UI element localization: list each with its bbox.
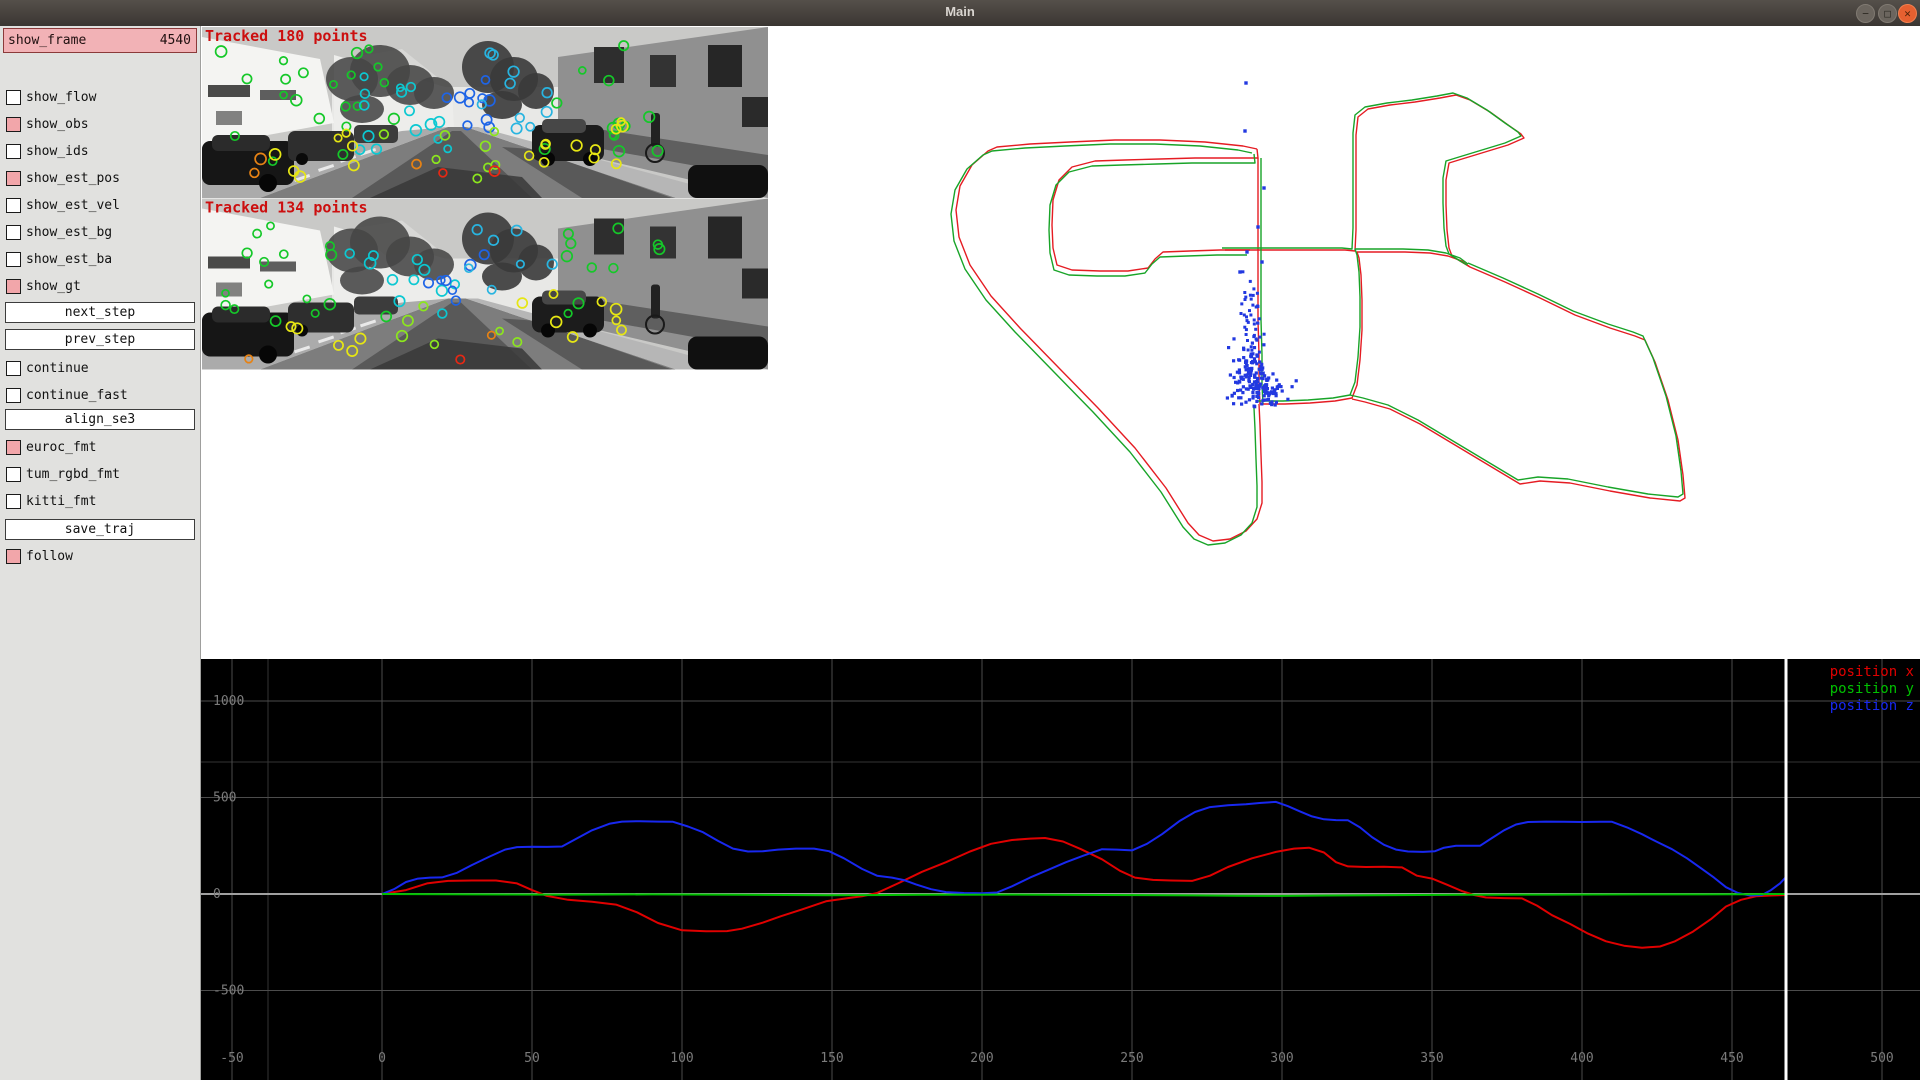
plot-legend: position xposition yposition z bbox=[1830, 664, 1914, 714]
checkbox-label: tum_rgbd_fmt bbox=[26, 467, 120, 482]
svg-text:100: 100 bbox=[670, 1051, 693, 1066]
checkbox-label: show_est_vel bbox=[26, 198, 120, 213]
checkbox-row-show-est-ba[interactable]: show_est_ba bbox=[0, 249, 201, 271]
var-value: 4540 bbox=[160, 33, 191, 48]
button-align-se3[interactable]: align_se3 bbox=[5, 409, 195, 430]
checkbox-show-est-bg[interactable] bbox=[6, 225, 21, 240]
checkbox-show-ids[interactable] bbox=[6, 144, 21, 159]
svg-text:150: 150 bbox=[820, 1051, 843, 1066]
checkbox-continue[interactable] bbox=[6, 361, 21, 376]
checkbox-label: kitti_fmt bbox=[26, 494, 96, 509]
svg-text:-500: -500 bbox=[213, 984, 244, 999]
checkbox-row-show-gt[interactable]: show_gt bbox=[0, 276, 201, 298]
checkbox-row-show-est-bg[interactable]: show_est_bg bbox=[0, 222, 201, 244]
plot-series bbox=[382, 802, 1786, 948]
checkbox-show-flow[interactable] bbox=[6, 90, 21, 105]
var-label: show_frame bbox=[8, 33, 86, 48]
trajectory-estimate-path bbox=[956, 95, 1685, 541]
svg-text:0: 0 bbox=[213, 887, 221, 902]
svg-text:350: 350 bbox=[1420, 1051, 1443, 1066]
checkbox-row-show-ids[interactable]: show_ids bbox=[0, 141, 201, 163]
checkbox-label: show_ids bbox=[26, 144, 89, 159]
checkbox-label: continue bbox=[26, 361, 89, 376]
checkbox-row-euroc-fmt[interactable]: euroc_fmt bbox=[0, 437, 201, 459]
titlebar[interactable]: Main − □ ✕ bbox=[0, 0, 1920, 27]
checkbox-euroc-fmt[interactable] bbox=[6, 440, 21, 455]
series-position-y bbox=[382, 894, 1786, 896]
legend-item: position x bbox=[1830, 664, 1914, 680]
checkbox-show-est-ba[interactable] bbox=[6, 252, 21, 267]
checkbox-row-show-flow[interactable]: show_flow bbox=[0, 87, 201, 109]
position-timeseries-plot[interactable]: 10005000-500-500501001502002503003504004… bbox=[201, 659, 1920, 1080]
svg-text:1000: 1000 bbox=[213, 694, 244, 709]
var-show-frame[interactable]: show_frame 4540 bbox=[3, 28, 197, 53]
checkbox-show-est-pos[interactable] bbox=[6, 171, 21, 186]
checkbox-row-show-est-pos[interactable]: show_est_pos bbox=[0, 168, 201, 190]
checkbox-row-tum-rgbd-fmt[interactable]: tum_rgbd_fmt bbox=[0, 464, 201, 486]
checkbox-row-continue[interactable]: continue bbox=[0, 358, 201, 380]
svg-text:450: 450 bbox=[1720, 1051, 1743, 1066]
trajectory-groundtruth-path bbox=[951, 93, 1683, 545]
checkbox-row-follow[interactable]: follow bbox=[0, 546, 201, 568]
minimize-button-icon[interactable]: − bbox=[1856, 4, 1875, 23]
checkbox-show-est-vel[interactable] bbox=[6, 198, 21, 213]
checkbox-label: show_est_bg bbox=[26, 225, 112, 240]
svg-text:-50: -50 bbox=[220, 1051, 243, 1066]
checkbox-label: show_flow bbox=[26, 90, 96, 105]
checkbox-row-show-est-vel[interactable]: show_est_vel bbox=[0, 195, 201, 217]
checkbox-label: show_obs bbox=[26, 117, 89, 132]
control-panel: show_frame4540show_flowshow_obsshow_idss… bbox=[0, 26, 201, 1080]
button-save-traj[interactable]: save_traj bbox=[5, 519, 195, 540]
checkbox-label: follow bbox=[26, 549, 73, 564]
svg-text:300: 300 bbox=[1270, 1051, 1293, 1066]
plot-grid bbox=[201, 659, 1920, 1080]
svg-text:500: 500 bbox=[213, 791, 236, 806]
checkbox-row-kitti-fmt[interactable]: kitti_fmt bbox=[0, 491, 201, 513]
checkbox-label: show_est_pos bbox=[26, 171, 120, 186]
svg-text:250: 250 bbox=[1120, 1051, 1143, 1066]
checkbox-show-gt[interactable] bbox=[6, 279, 21, 294]
window-title: Main bbox=[0, 4, 1920, 19]
button-next-step[interactable]: next_step bbox=[5, 302, 195, 323]
button-prev-step[interactable]: prev_step bbox=[5, 329, 195, 350]
maximize-button-icon[interactable]: □ bbox=[1878, 4, 1897, 23]
legend-item: position z bbox=[1830, 698, 1914, 714]
svg-text:0: 0 bbox=[378, 1051, 386, 1066]
checkbox-label: show_est_ba bbox=[26, 252, 112, 267]
trajectory-plot[interactable] bbox=[201, 26, 1920, 659]
legend-item: position y bbox=[1830, 681, 1914, 697]
svg-text:400: 400 bbox=[1570, 1051, 1593, 1066]
checkbox-kitti-fmt[interactable] bbox=[6, 494, 21, 509]
checkbox-tum-rgbd-fmt[interactable] bbox=[6, 467, 21, 482]
checkbox-continue-fast[interactable] bbox=[6, 388, 21, 403]
checkbox-follow[interactable] bbox=[6, 549, 21, 564]
checkbox-label: show_gt bbox=[26, 279, 81, 294]
checkbox-row-continue-fast[interactable]: continue_fast bbox=[0, 385, 201, 407]
svg-text:200: 200 bbox=[970, 1051, 993, 1066]
checkbox-label: euroc_fmt bbox=[26, 440, 96, 455]
series-position-z bbox=[382, 802, 1786, 896]
checkbox-row-show-obs[interactable]: show_obs bbox=[0, 114, 201, 136]
svg-text:50: 50 bbox=[524, 1051, 540, 1066]
checkbox-show-obs[interactable] bbox=[6, 117, 21, 132]
svg-text:500: 500 bbox=[1870, 1051, 1893, 1066]
checkbox-label: continue_fast bbox=[26, 388, 128, 403]
close-button-icon[interactable]: ✕ bbox=[1898, 4, 1917, 23]
